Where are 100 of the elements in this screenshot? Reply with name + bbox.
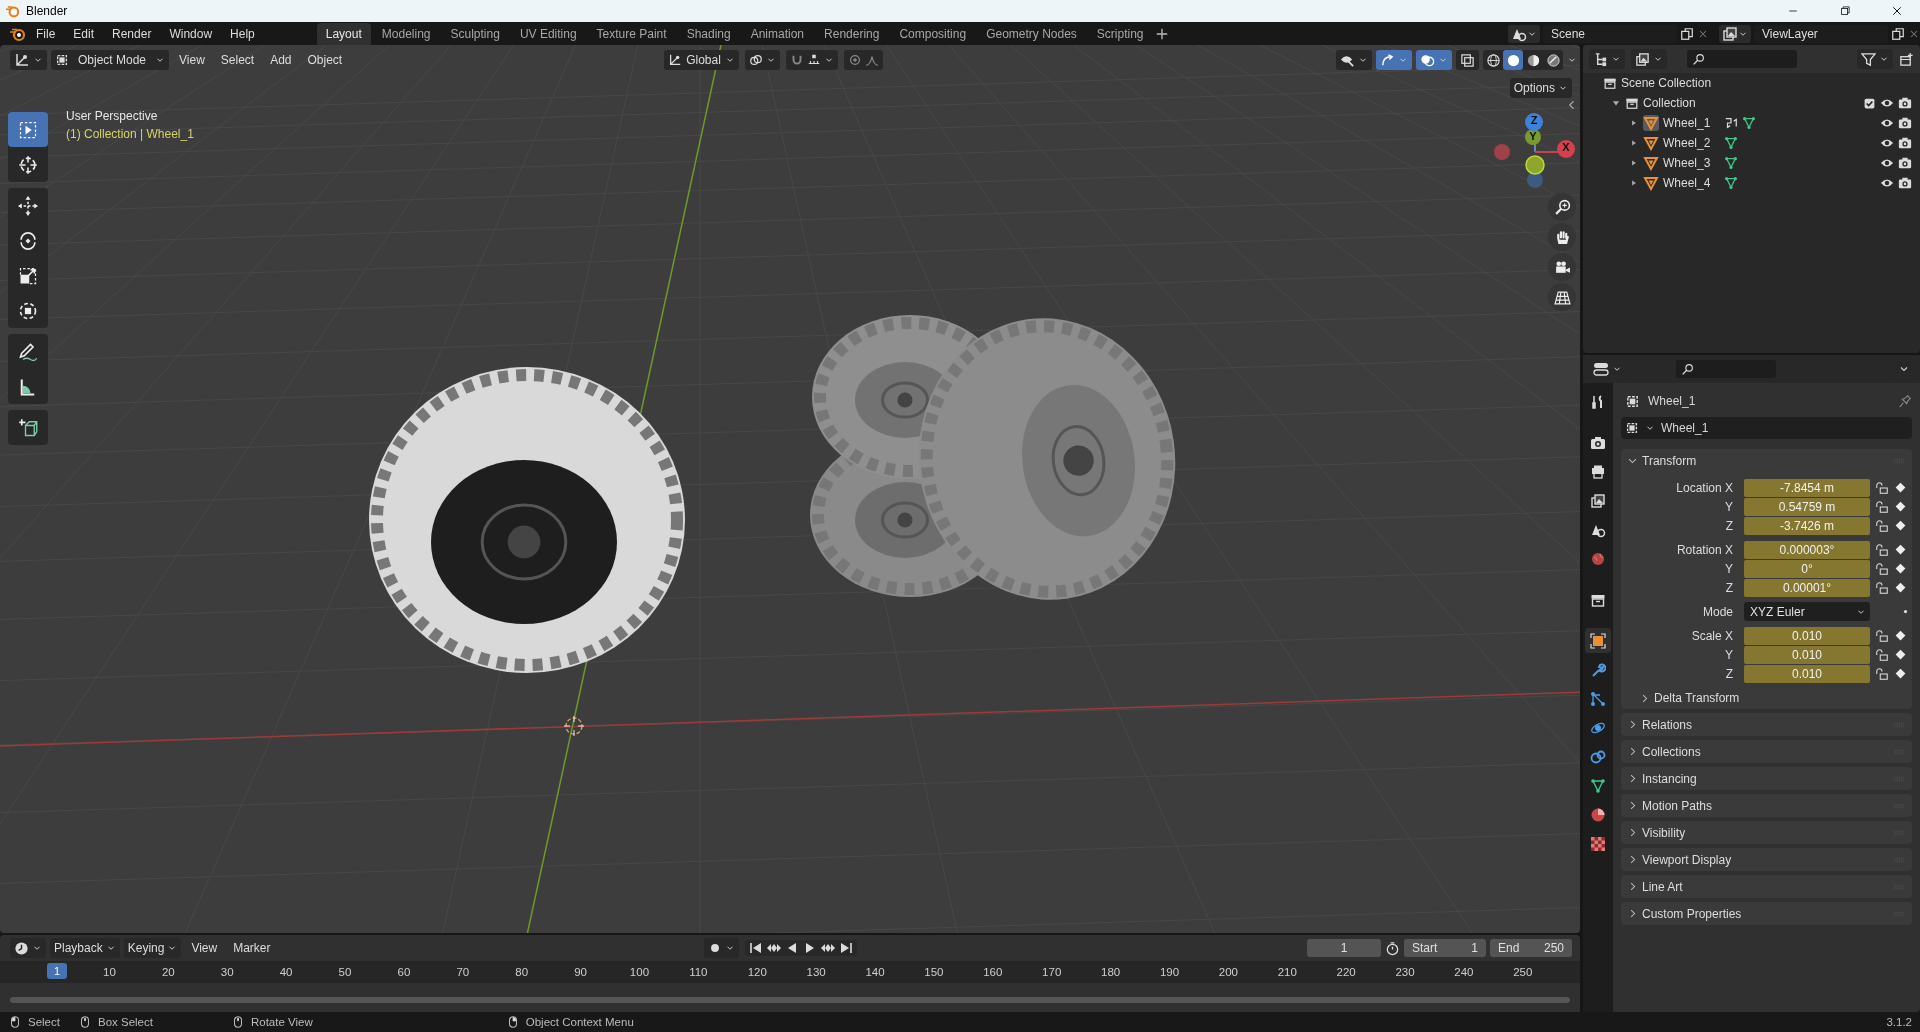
- end-frame-field[interactable]: End 250: [1490, 939, 1572, 957]
- panel-title[interactable]: Delta Transform: [1654, 691, 1740, 705]
- lock-icon[interactable]: [1875, 480, 1889, 495]
- options-dropdown[interactable]: Options: [1509, 78, 1572, 98]
- search-field[interactable]: [1676, 360, 1776, 378]
- tree-item[interactable]: Scene Collection: [1621, 76, 1712, 90]
- tree-item[interactable]: Wheel_4: [1663, 176, 1711, 190]
- panel-title[interactable]: Collections: [1642, 744, 1701, 759]
- workspace-tab[interactable]: Modeling: [372, 22, 440, 45]
- menu-item[interactable]: Select: [214, 51, 261, 69]
- stopwatch-icon[interactable]: [1385, 940, 1400, 956]
- editor-type-button[interactable]: [10, 938, 46, 958]
- display-mode-button[interactable]: [1631, 49, 1667, 69]
- triangle-mesh-icon[interactable]: [1724, 176, 1739, 190]
- menu-item[interactable]: Edit: [65, 23, 103, 44]
- proportional-toggle[interactable]: [844, 50, 883, 70]
- menu-item[interactable]: Keying: [123, 938, 182, 958]
- pivot-dropdown[interactable]: [745, 50, 780, 70]
- image-stack-icon[interactable]: [1722, 25, 1738, 42]
- camera-icon[interactable]: [1898, 136, 1912, 150]
- mode-dropdown[interactable]: XYZ Euler: [1744, 602, 1870, 621]
- number-field[interactable]: 0.54759 m: [1744, 497, 1870, 516]
- modifier-icon[interactable]: [1724, 116, 1739, 130]
- triangle-icon[interactable]: [1643, 135, 1659, 151]
- keyframe-icon[interactable]: [1894, 562, 1907, 575]
- workspace-tab[interactable]: Layout: [316, 22, 371, 45]
- camera-icon[interactable]: [1898, 156, 1912, 170]
- number-field[interactable]: 0.00001°: [1744, 578, 1870, 597]
- triangle-icon[interactable]: [1643, 175, 1659, 191]
- copy-icon[interactable]: [1891, 26, 1905, 41]
- lock-icon[interactable]: [1875, 666, 1889, 681]
- nav-button[interactable]: [1548, 253, 1576, 281]
- menu-item[interactable]: Render: [104, 23, 160, 44]
- workspace-tab[interactable]: Sculpting: [441, 22, 509, 45]
- lock-icon[interactable]: [1875, 499, 1889, 514]
- record-button[interactable]: [704, 938, 739, 958]
- keyframe-icon[interactable]: [1894, 629, 1907, 642]
- triangle-mesh-icon[interactable]: [1742, 116, 1757, 130]
- keyframe-icon[interactable]: [1894, 648, 1907, 661]
- close-icon[interactable]: [1891, 5, 1903, 17]
- keyframe-icon[interactable]: [1894, 519, 1907, 532]
- editor-type-button[interactable]: [10, 50, 47, 70]
- menu-item[interactable]: Playback: [50, 938, 120, 958]
- nav-button[interactable]: [1548, 283, 1576, 311]
- triangle-mesh-icon[interactable]: [1724, 156, 1739, 170]
- menu-item[interactable]: Add: [264, 51, 298, 69]
- add-workspace-icon[interactable]: [1154, 26, 1169, 41]
- number-field[interactable]: 0.010: [1744, 626, 1870, 645]
- name-field[interactable]: Wheel_1: [1621, 417, 1912, 439]
- lock-icon[interactable]: [1875, 647, 1889, 662]
- shading-button[interactable]: [1503, 50, 1523, 70]
- editor-type-button[interactable]: [1589, 49, 1625, 69]
- new-collection-icon[interactable]: [1899, 51, 1914, 67]
- number-field[interactable]: 0.010: [1744, 645, 1870, 664]
- scrollbar[interactable]: [10, 997, 1570, 1003]
- panel-title[interactable]: Motion Paths: [1642, 798, 1713, 813]
- snap-toggle[interactable]: [786, 50, 838, 70]
- current-frame-marker[interactable]: 1: [47, 963, 67, 979]
- start-frame-field[interactable]: Start 1: [1404, 939, 1486, 957]
- panel-title[interactable]: Visibility: [1642, 825, 1686, 840]
- checkbox-icon[interactable]: [1863, 96, 1876, 110]
- disclosure-icon[interactable]: [1611, 98, 1621, 108]
- workspace-tab[interactable]: Shading: [677, 22, 740, 45]
- overlays-toggle[interactable]: [1416, 50, 1452, 70]
- jump-end-icon[interactable]: [838, 940, 854, 956]
- tree-item[interactable]: Wheel_1: [1663, 116, 1711, 130]
- gizmos-toggle[interactable]: [1376, 50, 1412, 70]
- lock-icon[interactable]: [1875, 518, 1889, 533]
- tree-item[interactable]: Collection: [1643, 96, 1696, 110]
- triangle-icon[interactable]: [1643, 115, 1659, 131]
- menu-item[interactable]: Window: [161, 23, 221, 44]
- visibility-toggle[interactable]: [1336, 50, 1372, 70]
- panel-title[interactable]: Instancing: [1642, 771, 1697, 786]
- panel-title[interactable]: Viewport Display: [1642, 852, 1732, 867]
- lock-icon[interactable]: [1875, 580, 1889, 595]
- workspace-tab[interactable]: Scripting: [1087, 22, 1153, 45]
- scene-field[interactable]: Scene: [1543, 24, 1677, 43]
- copy-icon[interactable]: [1680, 26, 1694, 41]
- number-field[interactable]: 0°: [1744, 559, 1870, 578]
- jump-start-icon[interactable]: [748, 940, 764, 956]
- properties-tab[interactable]: [1585, 628, 1611, 653]
- orientation-dropdown[interactable]: Global: [664, 50, 739, 70]
- number-field[interactable]: -7.8454 m: [1744, 478, 1870, 497]
- workspace-tab[interactable]: Texture Paint: [587, 22, 676, 45]
- number-field[interactable]: 0.000003°: [1744, 540, 1870, 559]
- menu-item[interactable]: View: [173, 51, 211, 69]
- keyframe-icon[interactable]: [1894, 581, 1907, 594]
- keyframe-icon[interactable]: [1894, 500, 1907, 513]
- panel-title[interactable]: Line Art: [1642, 879, 1683, 894]
- menu-item[interactable]: View: [185, 939, 224, 957]
- camera-icon[interactable]: [1898, 96, 1912, 110]
- camera-icon[interactable]: [1898, 176, 1912, 190]
- triangle-icon[interactable]: [1643, 155, 1659, 171]
- xray-toggle[interactable]: [1456, 50, 1479, 70]
- mode-dropdown[interactable]: Object Mode: [51, 50, 169, 70]
- search-field[interactable]: [1687, 50, 1797, 68]
- view-layer-field[interactable]: ViewLayer: [1754, 24, 1888, 43]
- number-field[interactable]: -3.7426 m: [1744, 516, 1870, 535]
- tree-item[interactable]: Wheel_2: [1663, 136, 1711, 150]
- menu-item[interactable]: File: [28, 23, 64, 44]
